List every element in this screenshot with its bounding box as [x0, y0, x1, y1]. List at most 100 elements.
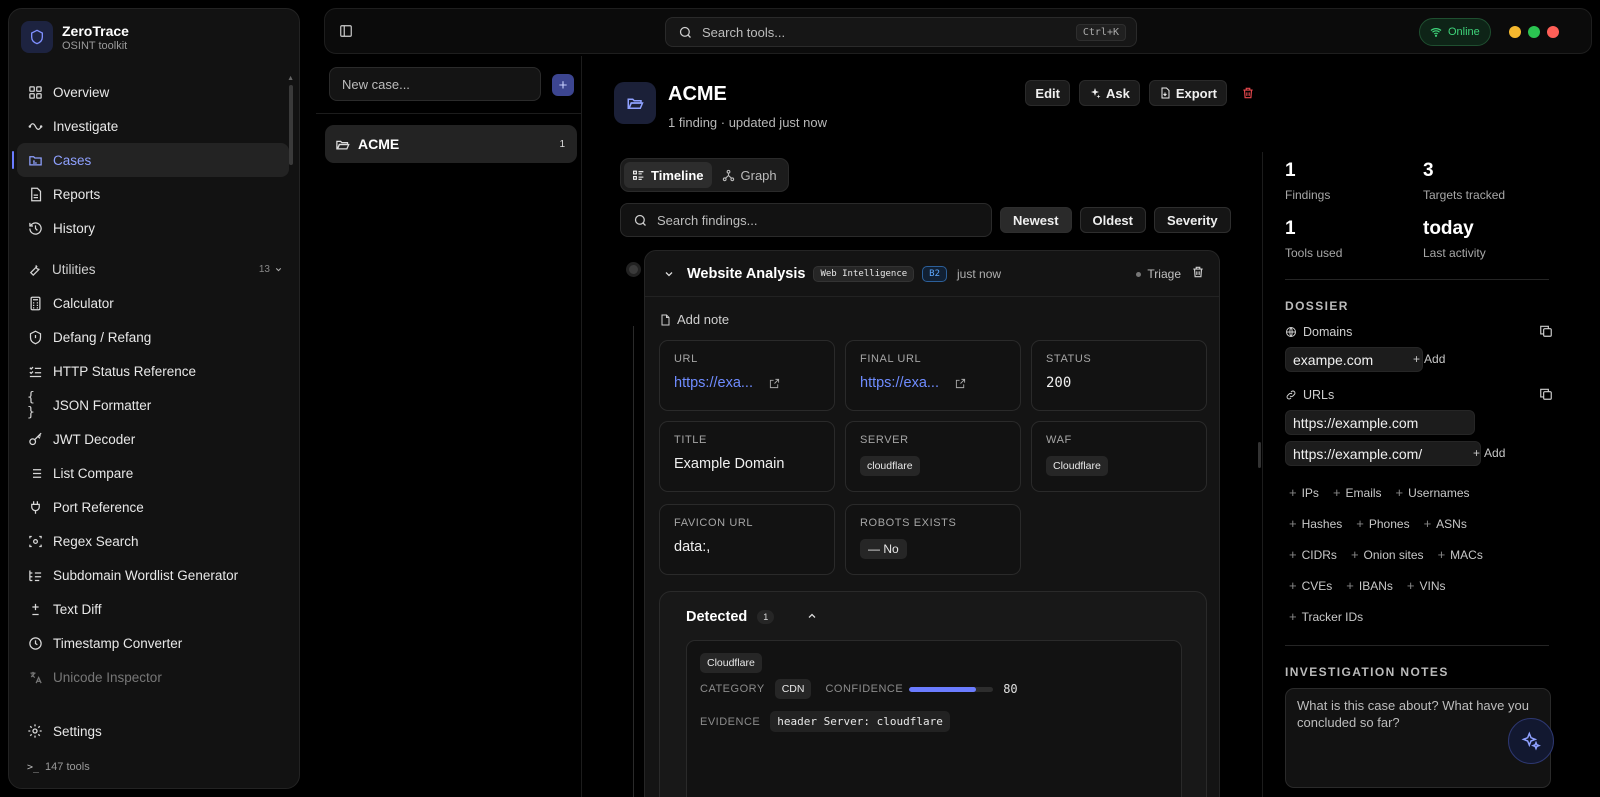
external-link-icon[interactable] — [769, 378, 780, 389]
delete-finding-button[interactable] — [1191, 265, 1205, 279]
maximize-button[interactable] — [1528, 26, 1540, 38]
tab-timeline[interactable]: Timeline — [624, 162, 712, 188]
brand-subtitle: OSINT toolkit — [62, 39, 128, 52]
add-usernames-button[interactable]: + Usernames — [1396, 485, 1470, 500]
domain-chip[interactable]: exampe.com — [1285, 347, 1423, 372]
add-case-button[interactable]: + — [552, 74, 574, 96]
copy-urls-icon[interactable] — [1539, 387, 1553, 401]
findings-search-input[interactable]: Search findings... — [620, 203, 992, 237]
sidebar-item-unicode-inspector[interactable]: Unicode Inspector — [17, 660, 289, 694]
minimize-button[interactable] — [1509, 26, 1521, 38]
field-url: URL https://exa... — [659, 340, 835, 411]
sidebar-item-text-diff[interactable]: Text Diff — [17, 592, 289, 626]
add-domain-button[interactable]: + Add — [1413, 352, 1445, 366]
history-icon — [27, 220, 43, 236]
waf-chip: Cloudflare — [1046, 456, 1108, 476]
new-case-input[interactable]: New case... — [329, 67, 541, 101]
brand-name: ZeroTrace — [62, 22, 129, 39]
ask-button[interactable]: Ask — [1078, 80, 1140, 106]
sidebar-item-reports[interactable]: Reports — [17, 177, 289, 211]
sidebar-item-port-reference[interactable]: Port Reference — [17, 490, 289, 524]
search-icon — [678, 25, 693, 40]
sidebar-item-settings[interactable]: Settings — [27, 723, 102, 739]
edit-button[interactable]: Edit — [1025, 80, 1070, 106]
ai-assistant-button[interactable] — [1508, 718, 1554, 764]
chevron-down-icon — [275, 267, 282, 271]
add-tracker-ids-button[interactable]: + Tracker IDs — [1289, 609, 1363, 624]
add-asns-button[interactable]: + ASNs — [1424, 516, 1467, 531]
detected-header[interactable]: Detected 1 — [686, 609, 775, 625]
settings-label: Settings — [53, 723, 102, 739]
add-emails-button[interactable]: + Emails — [1333, 485, 1382, 500]
resize-handle[interactable] — [1258, 442, 1261, 468]
sidebar-item-label: History — [53, 220, 96, 236]
add-note-button[interactable]: Add note — [659, 312, 729, 327]
file-icon — [27, 186, 43, 202]
tab-graph[interactable]: Graph — [714, 162, 785, 188]
url-chip[interactable]: https://example.com — [1285, 410, 1475, 435]
sidebar-toggle-icon[interactable] — [339, 24, 355, 40]
chevron-up-icon[interactable] — [806, 610, 818, 622]
confidence-bar — [909, 686, 994, 692]
sidebar-item-list-compare[interactable]: List Compare — [17, 456, 289, 490]
tech-name-chip: Cloudflare — [700, 653, 762, 673]
sidebar-item-label: Defang / Refang — [53, 329, 152, 345]
field-server: SERVER cloudflare — [845, 421, 1021, 492]
add-ibans-button[interactable]: + IBANs — [1346, 578, 1393, 593]
timeline-line — [633, 326, 634, 797]
sidebar-item-label: Reports — [53, 186, 101, 202]
chevron-down-icon[interactable] — [663, 268, 675, 280]
sidebar-scrollbar[interactable] — [289, 85, 293, 165]
sidebar-item-label: Regex Search — [53, 533, 139, 549]
sidebar-item-timestamp-converter[interactable]: Timestamp Converter — [17, 626, 289, 660]
utilities-section-toggle[interactable]: Utilities 13 — [17, 252, 289, 286]
list-icon — [27, 465, 43, 481]
confidence-value: 80 — [1003, 682, 1018, 696]
shortcut-hint: Ctrl+K — [1075, 24, 1126, 41]
sidebar-item-json-formatter[interactable]: { } JSON Formatter — [17, 388, 289, 422]
sidebar-item-subdomain-wordlist[interactable]: Subdomain Wordlist Generator — [17, 558, 289, 592]
wifi-icon — [1430, 28, 1442, 37]
timeline-icon — [633, 170, 644, 180]
brand[interactable]: ZeroTrace OSINT toolkit — [21, 21, 129, 53]
case-item-acme[interactable]: ACME 1 — [325, 125, 577, 163]
sidebar-item-regex-search[interactable]: Regex Search — [17, 524, 289, 558]
add-vins-button[interactable]: + VINs — [1407, 578, 1446, 593]
tool-search-input[interactable]: Search tools... Ctrl+K — [665, 17, 1137, 47]
sort-newest-button[interactable]: Newest — [1000, 207, 1072, 233]
add-macs-button[interactable]: + MACs — [1438, 547, 1483, 562]
sort-severity-button[interactable]: Severity — [1154, 207, 1231, 233]
close-button[interactable] — [1547, 26, 1559, 38]
add-cidrs-button[interactable]: + CIDRs — [1289, 547, 1337, 562]
detected-section: Detected 1 Cloudflare CATEGORY CDN CONFI… — [659, 591, 1207, 797]
sidebar-item-defang[interactable]: Defang / Refang — [17, 320, 289, 354]
sidebar-item-http-status[interactable]: HTTP Status Reference — [17, 354, 289, 388]
add-onion-sites-button[interactable]: + Onion sites — [1351, 547, 1424, 562]
add-hashes-button[interactable]: + Hashes — [1289, 516, 1342, 531]
sidebar-item-investigate[interactable]: Investigate — [17, 109, 289, 143]
diff-icon — [27, 601, 43, 617]
sidebar-item-jwt-decoder[interactable]: JWT Decoder — [17, 422, 289, 456]
detected-count: 1 — [757, 610, 775, 624]
url-link[interactable]: https://exa... — [674, 375, 753, 391]
add-phones-button[interactable]: + Phones — [1356, 516, 1409, 531]
sidebar-item-overview[interactable]: Overview — [17, 75, 289, 109]
sort-oldest-button[interactable]: Oldest — [1079, 207, 1146, 233]
final-url-link[interactable]: https://exa... — [860, 375, 939, 391]
domains-label: Domains — [1285, 325, 1352, 339]
delete-case-button[interactable] — [1236, 80, 1260, 106]
copy-domains-icon[interactable] — [1539, 324, 1553, 338]
add-ips-button[interactable]: + IPs — [1289, 485, 1319, 500]
sidebar-item-calculator[interactable]: Calculator — [17, 286, 289, 320]
sidebar-item-cases[interactable]: Cases — [12, 143, 289, 177]
external-link-icon[interactable] — [955, 378, 966, 389]
add-url-button[interactable]: + Add — [1473, 446, 1505, 460]
online-status-badge[interactable]: Online — [1419, 18, 1491, 46]
finding-header[interactable]: Website Analysis Web Intelligence B2 jus… — [645, 251, 1219, 297]
add-cves-button[interactable]: + CVEs — [1289, 578, 1332, 593]
triage-status[interactable]: Triage — [1136, 267, 1181, 281]
export-button[interactable]: Export — [1148, 80, 1227, 106]
sidebar-item-history[interactable]: History — [17, 211, 289, 245]
url-chip[interactable]: https://example.com/ — [1285, 441, 1481, 466]
field-favicon-url: FAVICON URL data:, — [659, 504, 835, 575]
